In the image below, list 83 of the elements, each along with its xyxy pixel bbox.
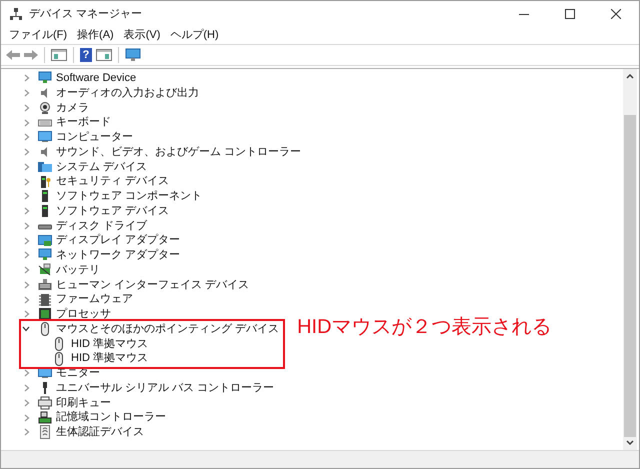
panel-icon[interactable] — [51, 49, 67, 61]
fingerprint-icon — [38, 425, 52, 440]
expand-chevron-icon[interactable] — [24, 148, 30, 156]
tree-item[interactable]: オーディオの入力および出力 — [56, 84, 199, 102]
expand-chevron-icon[interactable] — [24, 207, 30, 216]
collapse-chevron-icon[interactable] — [22, 326, 30, 332]
expand-chevron-icon[interactable] — [24, 398, 30, 407]
monitor-icon — [38, 130, 52, 144]
expand-chevron-icon[interactable] — [24, 192, 30, 200]
maximize-icon — [565, 9, 575, 19]
expand-chevron-icon[interactable] — [24, 104, 30, 112]
expand-chevron-icon[interactable] — [24, 384, 30, 392]
tree-item[interactable]: ソフトウェア コンポーネント — [56, 188, 202, 205]
expand-chevron-icon[interactable] — [24, 74, 30, 82]
scroll-up-icon[interactable] — [626, 74, 634, 79]
expand-chevron-icon[interactable] — [24, 118, 30, 127]
tree-item[interactable]: バッテリ — [56, 262, 100, 278]
chip-icon — [38, 307, 52, 322]
menu-item[interactable]: ファイル(F) — [9, 28, 68, 42]
tree-item[interactable]: HID 準拠マウス — [71, 336, 148, 352]
expand-chevron-icon[interactable] — [24, 310, 30, 318]
window-title: デバイス マネージャー — [29, 6, 142, 22]
expand-chevron-icon[interactable] — [24, 369, 30, 378]
mouse-icon — [52, 352, 66, 366]
tree-item[interactable]: キーボード — [56, 114, 111, 131]
tree-item[interactable]: Software Device — [56, 70, 136, 87]
expand-chevron-icon[interactable] — [24, 414, 30, 422]
tree-item[interactable]: 記憶域コントローラー — [56, 409, 166, 426]
tree-item[interactable]: セキュリティ デバイス — [56, 173, 170, 190]
expand-chevron-icon[interactable] — [24, 178, 30, 186]
mouse-icon — [52, 336, 66, 351]
tree-item[interactable]: ヒューマン インターフェイス デバイス — [56, 276, 250, 294]
expand-chevron-icon[interactable] — [24, 296, 30, 304]
expand-chevron-icon[interactable] — [24, 428, 30, 436]
tree-item[interactable]: ファームウェア — [56, 291, 133, 308]
panel-icon[interactable] — [96, 49, 112, 61]
expand-chevron-icon[interactable] — [24, 236, 30, 245]
tree-item[interactable]: マウスとそのほかのポインティング デバイス — [56, 320, 280, 338]
tree-item[interactable]: 印刷キュー — [56, 394, 111, 412]
tree-item[interactable]: サウンド、ビデオ、およびゲーム コントローラー — [56, 144, 302, 160]
tree-item[interactable]: ディスプレイ アダプター — [56, 232, 180, 249]
scrollbar[interactable] — [623, 69, 637, 450]
tree-item[interactable]: ユニバーサル シリアル バス コントローラー — [56, 380, 274, 396]
monitor-icon — [38, 71, 52, 86]
storage-icon — [38, 410, 52, 425]
annotation-text: HIDマウスが２つ表示される — [297, 314, 552, 340]
tree-item[interactable]: カメラ — [56, 100, 89, 116]
expand-chevron-icon[interactable] — [24, 133, 30, 142]
folder-icon — [38, 160, 52, 174]
battery-icon — [38, 263, 52, 278]
menu-item[interactable]: ヘルプ(H) — [170, 28, 219, 42]
expand-chevron-icon[interactable] — [24, 251, 30, 260]
printer-icon — [38, 396, 52, 410]
help-button[interactable]: ? — [80, 48, 92, 62]
scroll-down-icon[interactable] — [626, 440, 634, 445]
tree-item[interactable]: コンピューター — [56, 129, 133, 146]
webcam-icon — [38, 100, 52, 115]
tree-item[interactable]: ディスク ドライブ — [56, 218, 148, 234]
mouse-icon — [38, 322, 52, 336]
keyboard-icon — [38, 278, 52, 292]
scrollbar-thumb[interactable] — [624, 115, 636, 437]
graphics-card-icon — [38, 234, 52, 248]
expand-chevron-icon[interactable] — [24, 89, 30, 98]
device-manager-icon — [9, 7, 23, 21]
expand-chevron-icon[interactable] — [24, 266, 30, 274]
close-icon — [611, 9, 621, 19]
tree-item[interactable]: 生体認証デバイス — [56, 424, 144, 441]
tree-item[interactable]: HID 準拠マウス — [71, 350, 148, 367]
monitor-icon — [38, 248, 52, 262]
expand-chevron-icon[interactable] — [24, 280, 30, 289]
back-arrow-icon[interactable] — [6, 50, 20, 60]
menu-item[interactable]: 表示(V) — [124, 28, 160, 42]
chip-icon — [38, 292, 52, 307]
menu-item[interactable]: 操作(A) — [77, 28, 114, 42]
tree-item[interactable]: プロセッサ — [56, 306, 111, 323]
tree-item[interactable]: ネットワーク アダプター — [56, 247, 180, 264]
forward-arrow-icon[interactable] — [24, 50, 38, 60]
tree-item[interactable]: システム デバイス — [56, 158, 148, 176]
tree-item[interactable]: ソフトウェア デバイス — [56, 202, 170, 220]
expand-chevron-icon[interactable] — [24, 222, 30, 230]
monitor-icon[interactable] — [125, 48, 141, 62]
key-icon — [38, 174, 52, 189]
expand-chevron-icon[interactable] — [24, 162, 30, 171]
